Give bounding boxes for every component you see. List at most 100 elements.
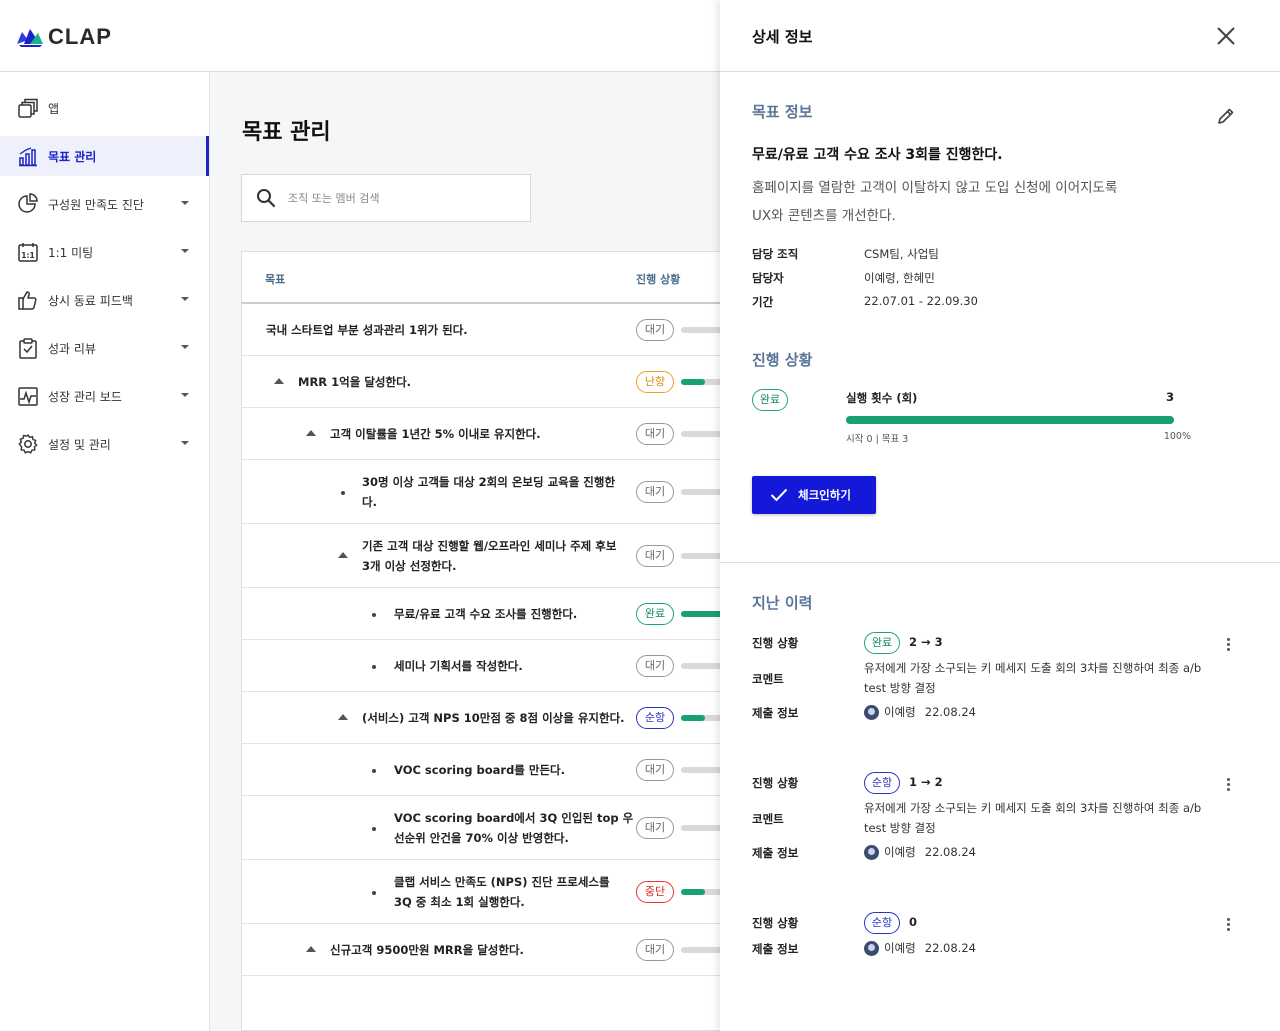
history-author: 이예령 (884, 941, 916, 955)
checkin-label: 체크인하기 (798, 488, 851, 502)
goal-text: MRR 1억을 달성한다. (298, 372, 411, 392)
more-options-icon[interactable] (1227, 778, 1233, 793)
table-row[interactable]: VOC scoring board를 만든다. 대기 (242, 744, 720, 796)
table-row[interactable]: 신규고객 9500만원 MRR을 달성한다. 대기 (242, 924, 720, 976)
history-submit-info: 이예령 22.08.24 (864, 940, 976, 956)
sidebar-item-0[interactable]: 앱 (0, 88, 209, 128)
history-comment: 유저에게 가장 소구되는 키 메세지 도출 회의 3차를 진행하여 최종 a/b… (864, 798, 1204, 838)
avatar (864, 940, 879, 956)
collapse-triangle-icon[interactable] (338, 714, 348, 720)
progress-section-title: 진행 상황 (752, 351, 813, 369)
goal-text: 세미나 기획서를 작성한다. (394, 656, 523, 676)
sidebar-item-4[interactable]: 상시 동료 피드백 (0, 280, 209, 320)
metric-label: 실행 횟수 (회) (846, 391, 918, 405)
table-row[interactable]: 기존 고객 대상 진행할 웹/오프라인 세미나 주제 후보 3개 이상 선정한다.… (242, 524, 720, 588)
goal-text-line: 3Q 중 최소 1회 실행한다. (394, 895, 525, 909)
goal-text: VOC scoring board를 만든다. (394, 760, 565, 780)
apps-icon (18, 98, 38, 118)
sidebar-item-label: 설정 및 관리 (48, 437, 111, 452)
clap-logo-mark-icon (17, 29, 43, 47)
table-row[interactable]: 고객 이탈률을 1년간 5% 이내로 유지한다. 대기 (242, 408, 720, 460)
sidebar-item-2[interactable]: 구성원 만족도 진단 (0, 184, 209, 224)
table-row[interactable]: 세미나 기획서를 작성한다. 대기 (242, 640, 720, 692)
top-bar: CLAP (0, 0, 720, 72)
row-progress-bar (681, 663, 720, 669)
row-progress-bar (681, 553, 720, 559)
status-badge: 대기 (636, 319, 674, 341)
more-options-icon[interactable] (1227, 918, 1233, 933)
check-icon (770, 488, 788, 502)
collapse-triangle-icon[interactable] (306, 430, 316, 436)
goal-text: 클랩 서비스 만족도 (NPS) 진단 프로세스를 3Q 중 최소 1회 실행한다… (394, 872, 610, 912)
row-progress-bar (681, 767, 720, 773)
history-status-badge: 순항 (864, 772, 900, 794)
chevron-down-icon[interactable] (181, 393, 189, 397)
table-row[interactable]: 클랩 서비스 만족도 (NPS) 진단 프로세스를 3Q 중 최소 1회 실행한다… (242, 860, 720, 924)
goal-chart-icon (19, 147, 37, 167)
status-badge: 대기 (636, 759, 674, 781)
history-status-label: 진행 상황 (752, 776, 799, 790)
sidebar-item-7[interactable]: 설정 및 관리 (0, 424, 209, 464)
table-header: 목표 진행 상황 (242, 252, 720, 304)
bullet-icon (372, 827, 376, 831)
status-badge: 대기 (636, 817, 674, 839)
goal-text-line: 다. (362, 495, 377, 509)
row-progress-bar (681, 489, 720, 495)
row-progress-fill (681, 611, 720, 617)
table-row[interactable]: 국내 스타트업 부분 성과관리 1위가 된다. 대기 (242, 304, 720, 356)
clap-logo[interactable]: CLAP (16, 24, 112, 50)
history-date: 22.08.24 (924, 705, 976, 719)
table-row[interactable]: 무료/유료 고객 수요 조사를 진행한다. 완료 (242, 588, 720, 640)
history-section-title: 지난 이력 (752, 594, 813, 612)
goal-text: 신규고객 9500만원 MRR을 달성한다. (330, 940, 524, 960)
metric-percent: 100% (1163, 431, 1191, 442)
search-input[interactable]: 조직 또는 멤버 검색 (241, 174, 531, 222)
info-label-owner: 담당자 (752, 271, 784, 285)
info-value-period: 22.07.01 - 22.09.30 (864, 294, 978, 308)
table-row[interactable]: 30명 이상 고객들 대상 2회의 온보딩 교육을 진행한 다. 대기 (242, 460, 720, 524)
avatar (864, 844, 879, 860)
goal-text-line: 국내 스타트업 부분 성과관리 1위가 된다. (266, 323, 468, 337)
chevron-down-icon[interactable] (181, 201, 189, 205)
chevron-down-icon[interactable] (181, 345, 189, 349)
chevron-down-icon[interactable] (181, 249, 189, 253)
edit-pencil-icon[interactable] (1216, 106, 1236, 126)
chevron-down-icon[interactable] (181, 297, 189, 301)
history-comment-line: 유저에게 가장 소구되는 키 메세지 도출 회의 3차를 진행하여 최종 a/b (864, 801, 1202, 815)
goal-text-line: VOC scoring board를 만든다. (394, 763, 566, 777)
table-row[interactable]: MRR 1억을 달성한다. 난항 (242, 356, 720, 408)
goal-text-line: 클랩 서비스 만족도 (NPS) 진단 프로세스를 (394, 875, 610, 889)
more-options-icon[interactable] (1227, 638, 1233, 653)
checkin-button[interactable]: 체크인하기 (752, 476, 876, 514)
pie-chart-icon (18, 193, 38, 213)
history-status-badge: 완료 (864, 632, 900, 654)
status-badge: 완료 (636, 603, 674, 625)
goal-text-line: 세미나 기획서를 작성한다. (394, 659, 523, 673)
sidebar-item-5[interactable]: 성과 리뷰 (0, 328, 209, 368)
sidebar-item-label: 구성원 만족도 진단 (48, 197, 144, 212)
history-submit-label: 제출 정보 (752, 942, 799, 956)
goal-text-line: VOC scoring board에서 3Q 인입된 top 우 (394, 811, 634, 825)
row-progress-bar (681, 327, 720, 333)
bullet-icon (341, 491, 345, 495)
history-author: 이예령 (884, 845, 916, 859)
sidebar-item-6[interactable]: 성장 관리 보드 (0, 376, 209, 416)
goal-description: 홈페이지를 열람한 고객이 이탈하지 않고 도입 신청에 이어지도록 UX와 콘… (752, 174, 1172, 230)
row-progress-bar (681, 431, 720, 437)
collapse-triangle-icon[interactable] (274, 378, 284, 384)
main-content: 목표 관리 조직 또는 멤버 검색 목표 진행 상황 국내 스타트업 부분 성과… (210, 72, 720, 1031)
collapse-triangle-icon[interactable] (338, 552, 348, 558)
sidebar-item-1[interactable]: 목표 관리 (0, 136, 209, 176)
bullet-icon (372, 665, 376, 669)
clipboard-icon (19, 338, 37, 359)
sidebar-item-label: 성장 관리 보드 (48, 389, 122, 404)
close-icon[interactable] (1216, 26, 1236, 46)
table-row[interactable]: (서비스) 고객 NPS 10만점 중 8점 이상을 유지한다. 순항 (242, 692, 720, 744)
history-value-change: 2 → 3 (909, 635, 943, 649)
goal-text-line: 기존 고객 대상 진행할 웹/오프라인 세미나 주제 후보 (362, 539, 617, 553)
sidebar-item-3[interactable]: 1:1 1:1 미팅 (0, 232, 209, 272)
collapse-triangle-icon[interactable] (306, 946, 316, 952)
table-row[interactable]: VOC scoring board에서 3Q 인입된 top 우 선순위 안건을 … (242, 796, 720, 860)
goal-info-title: 목표 정보 (752, 103, 813, 121)
chevron-down-icon[interactable] (181, 441, 189, 445)
